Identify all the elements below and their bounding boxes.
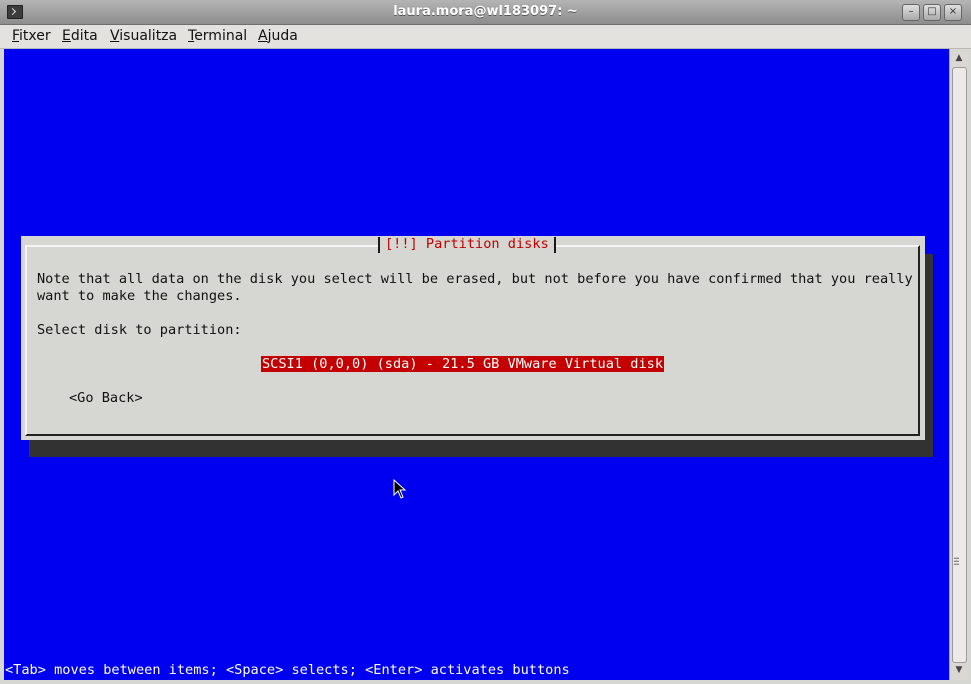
terminal-screen[interactable]: [!!] Partition disks Note that all data … xyxy=(4,49,949,680)
minimize-icon: – xyxy=(908,6,914,17)
dialog-title: [!!] Partition disks xyxy=(378,236,556,253)
scrollbar-grip-icon: ━ ━ ━ xyxy=(954,554,959,569)
status-line: <Tab> moves between items; <Space> selec… xyxy=(5,662,570,678)
vertical-scrollbar[interactable]: ▲ ━ ━ ━ ▼ xyxy=(949,49,968,680)
close-button[interactable]: × xyxy=(944,4,962,21)
scroll-up-arrow-icon[interactable]: ▲ xyxy=(953,52,965,64)
note-line-2: want to make the changes. xyxy=(37,288,242,304)
window-title: laura.mora@wl183097: ~ xyxy=(393,4,578,19)
menu-bar: Fitxer Edita Visualitza Terminal Ajuda xyxy=(0,25,971,49)
partition-dialog: [!!] Partition disks Note that all data … xyxy=(21,236,925,440)
scroll-down-arrow-icon[interactable]: ▼ xyxy=(953,664,965,676)
window-titlebar[interactable]: laura.mora@wl183097: ~ – □ × xyxy=(0,0,971,25)
maximize-button[interactable]: □ xyxy=(923,4,941,21)
go-back-button[interactable]: <Go Back> xyxy=(69,390,143,406)
menu-terminal[interactable]: Terminal xyxy=(188,28,247,44)
maximize-icon: □ xyxy=(927,6,937,17)
select-prompt: Select disk to partition: xyxy=(37,322,242,338)
disk-option-sda[interactable]: SCSI1 (0,0,0) (sda) - 21.5 GB VMware Vir… xyxy=(261,356,665,372)
note-line-1: Note that all data on the disk you selec… xyxy=(37,271,913,287)
mouse-pointer-icon xyxy=(393,479,407,499)
minimize-button[interactable]: – xyxy=(902,4,920,21)
scrollbar-thumb[interactable] xyxy=(952,67,967,663)
menu-edita[interactable]: Edita xyxy=(62,28,98,44)
menu-ajuda[interactable]: Ajuda xyxy=(258,28,298,44)
menu-fitxer[interactable]: Fitxer xyxy=(12,28,51,44)
menu-visualitza[interactable]: Visualitza xyxy=(110,28,177,44)
close-icon: × xyxy=(948,6,958,17)
